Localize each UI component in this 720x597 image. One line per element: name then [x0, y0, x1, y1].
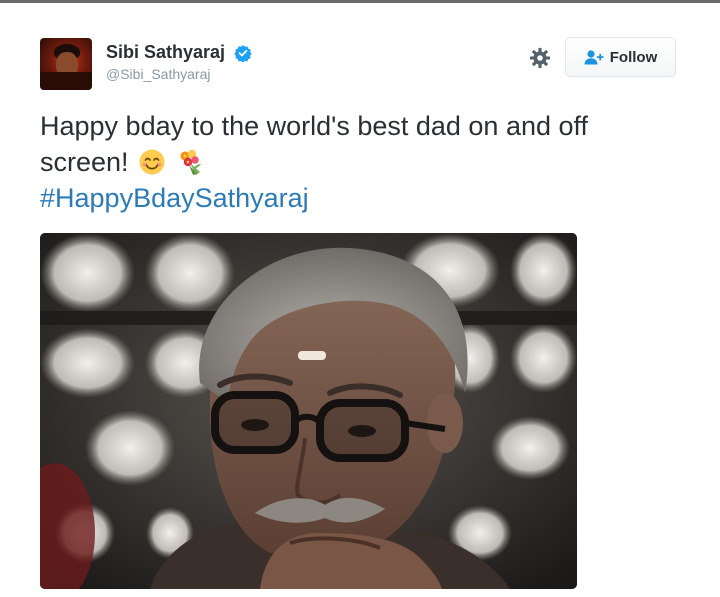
author-handle[interactable]: @Sibi_Sathyaraj	[106, 66, 252, 82]
tweet-text-line2-row: screen!	[40, 144, 680, 180]
follow-button-label: Follow	[609, 48, 658, 66]
hashtag-link[interactable]: #HappyBdaySathyaraj	[40, 180, 680, 216]
author-display-name[interactable]: Sibi Sathyaraj	[106, 42, 225, 63]
smiling-face-emoji-icon	[139, 149, 165, 175]
verified-badge-icon	[233, 44, 252, 62]
tweet-text: Happy bday to the world's best dad on an…	[40, 108, 680, 216]
tweet-text-line2: screen!	[40, 147, 129, 177]
avatar-shadow	[40, 72, 92, 90]
author-block: Sibi Sathyaraj @Sibi_Sathyaraj	[106, 42, 252, 82]
gear-icon[interactable]	[529, 47, 551, 69]
tweet-card: Sibi Sathyaraj @Sibi_Sathyaraj Follow Ha…	[0, 0, 720, 597]
tweet-text-line1: Happy bday to the world's best dad on an…	[40, 111, 589, 141]
avatar[interactable]	[40, 38, 92, 90]
add-user-icon	[584, 50, 604, 65]
tweet-photo[interactable]	[40, 233, 577, 589]
bouquet-emoji-icon	[180, 149, 201, 175]
follow-button[interactable]: Follow	[565, 37, 676, 77]
